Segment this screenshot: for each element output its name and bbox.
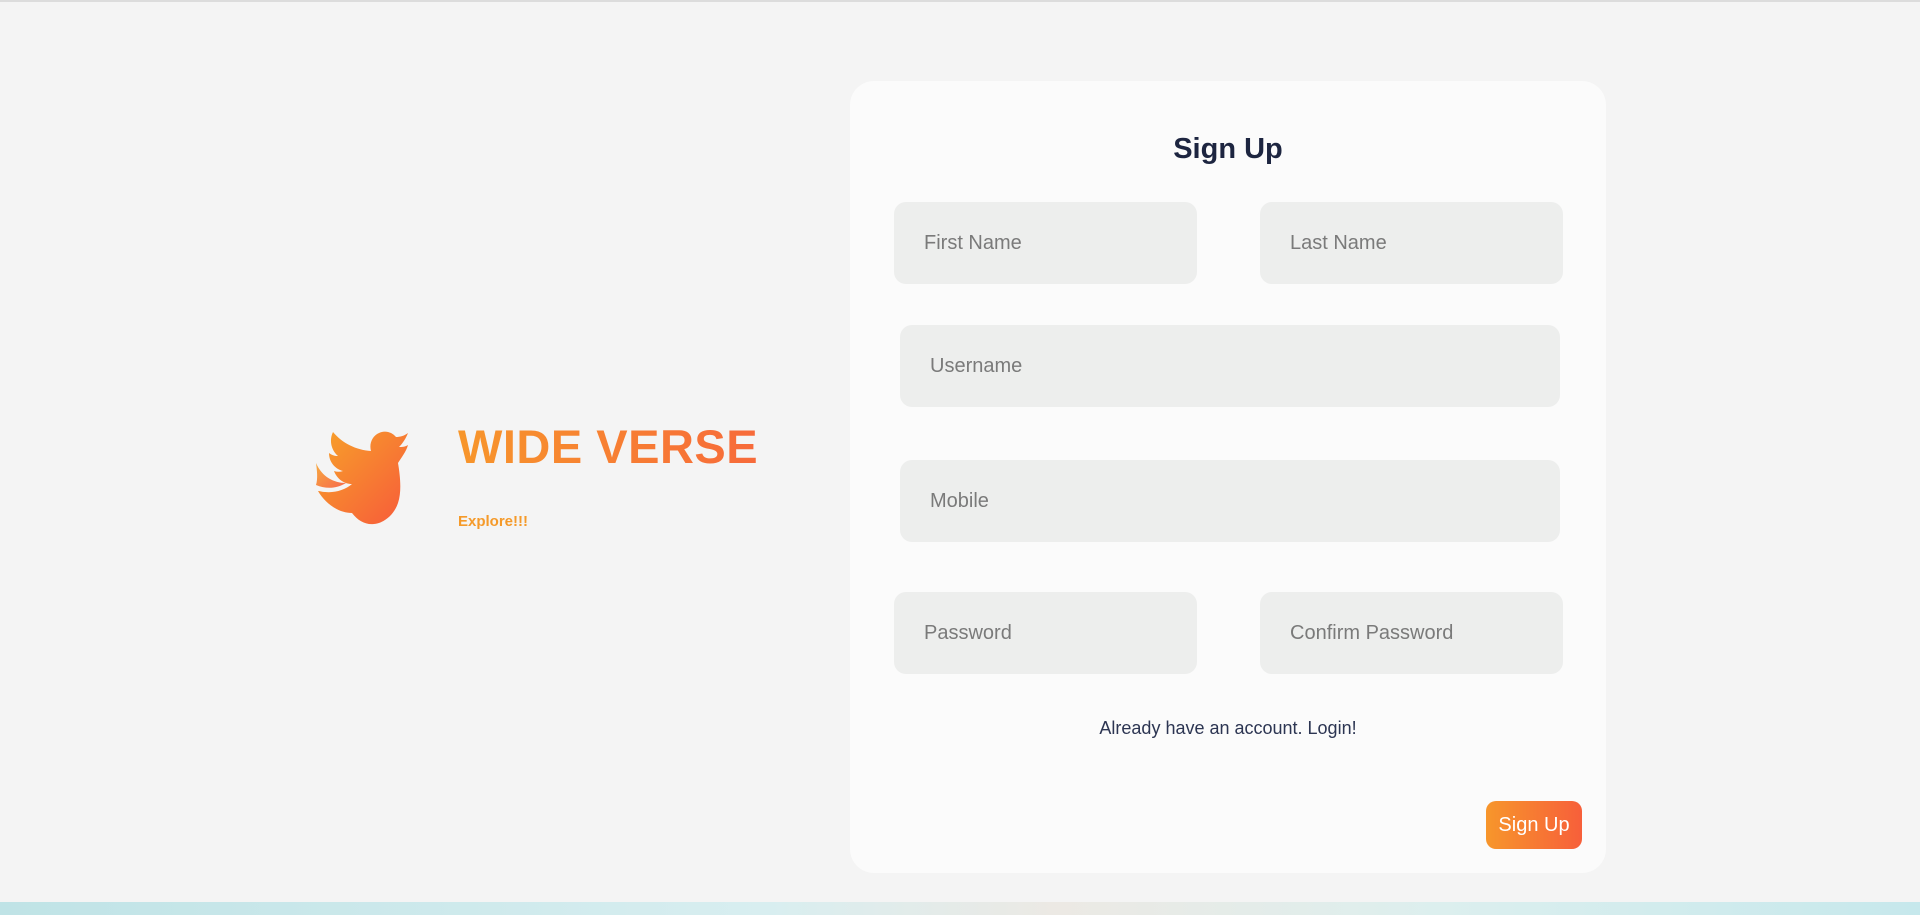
brand-section: WIDE VERSE Explore!!! xyxy=(312,420,772,540)
bird-icon xyxy=(312,425,412,525)
top-border xyxy=(0,0,1920,2)
brand-name: WIDE VERSE xyxy=(458,420,759,473)
login-link[interactable]: Already have an account. Login! xyxy=(850,718,1606,739)
brand-tagline: Explore!!! xyxy=(458,513,529,530)
first-name-field[interactable] xyxy=(894,202,1197,284)
confirm-password-field[interactable] xyxy=(1260,592,1563,674)
page-title: Sign Up xyxy=(1173,133,1283,165)
last-name-field[interactable] xyxy=(1260,202,1563,284)
signup-card: Sign Up Already have an account. Login! … xyxy=(850,81,1606,873)
username-field[interactable] xyxy=(900,325,1560,407)
sign-up-button[interactable]: Sign Up xyxy=(1486,801,1582,849)
taskbar-strip xyxy=(0,902,1920,915)
mobile-field[interactable] xyxy=(900,460,1560,542)
password-field[interactable] xyxy=(894,592,1197,674)
